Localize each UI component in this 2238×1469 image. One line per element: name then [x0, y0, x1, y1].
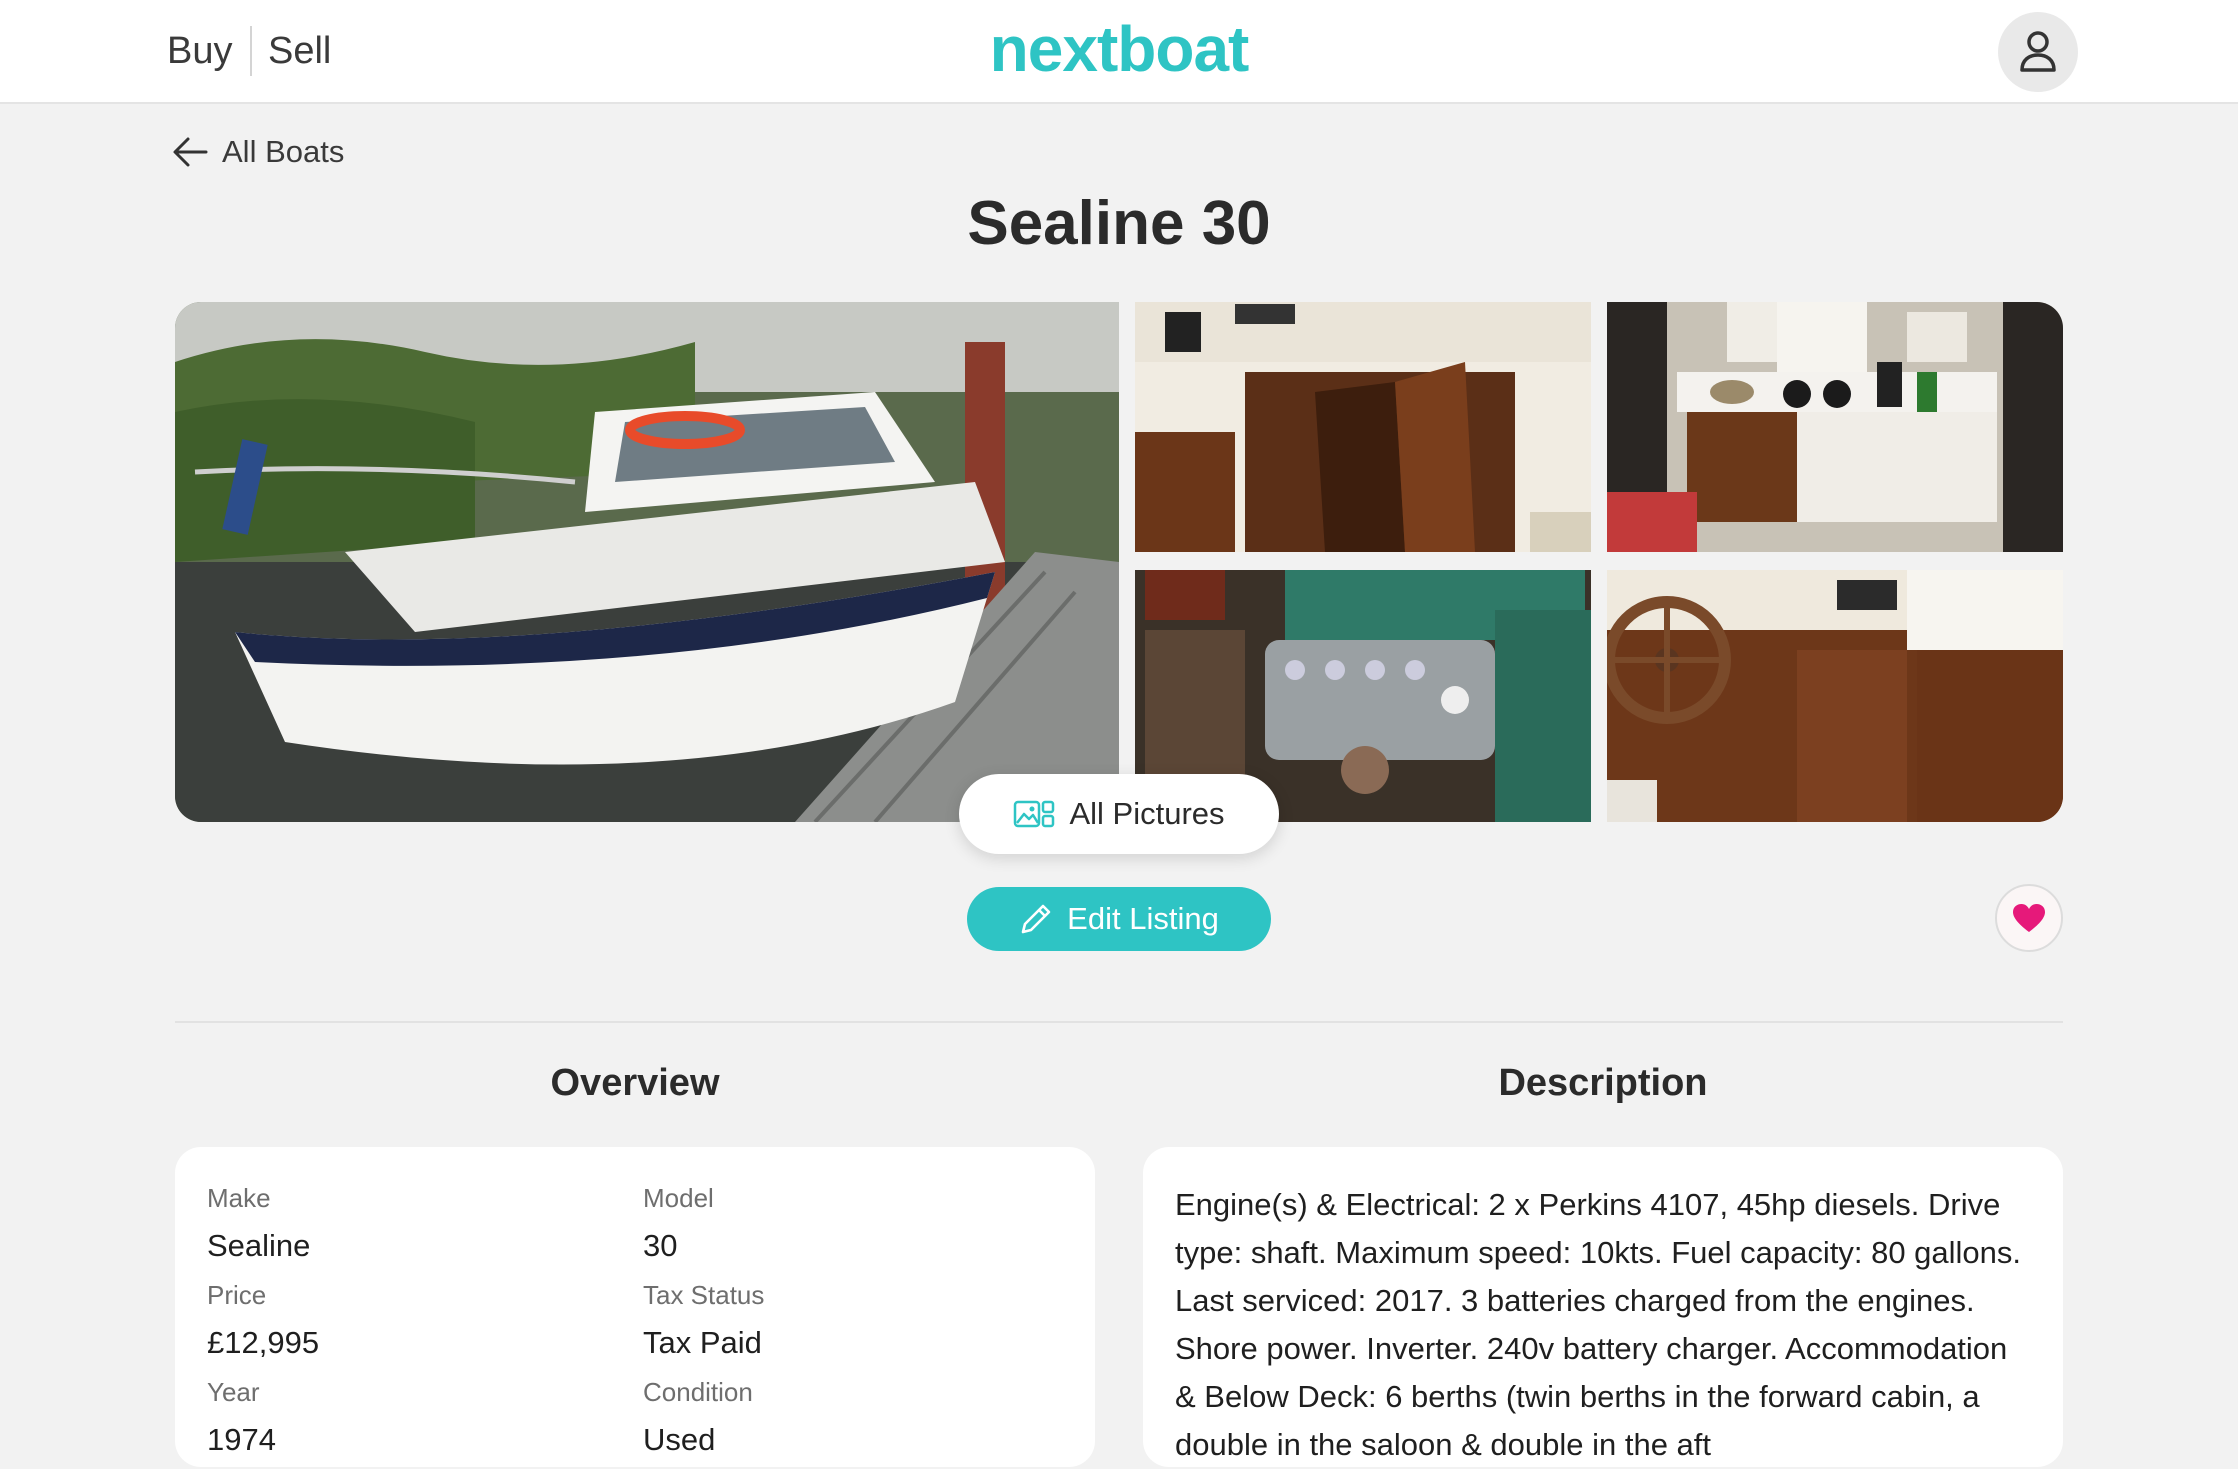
- arrow-left-icon: [173, 137, 208, 167]
- field-value: Used: [643, 1422, 716, 1457]
- field-label: Year: [207, 1377, 260, 1407]
- field-year: Year 1974: [207, 1377, 276, 1458]
- listing-title: Sealine 30: [967, 189, 1271, 258]
- pencil-icon: [1021, 904, 1051, 934]
- field-label: Make: [207, 1183, 271, 1213]
- galley-photo[interactable]: [1607, 302, 2063, 552]
- edit-listing-label: Edit Listing: [1067, 901, 1219, 936]
- field-label: Condition: [643, 1377, 753, 1407]
- user-account-button[interactable]: [1998, 12, 2078, 92]
- field-tax-status: Tax Status Tax Paid: [643, 1280, 764, 1361]
- description-text: Engine(s) & Electrical: 2 x Perkins 4107…: [1175, 1187, 2022, 1462]
- user-icon: [2020, 31, 2056, 72]
- overview-card: Make Sealine Model 30 Price £12,995 Tax …: [175, 1147, 1095, 1467]
- field-model: Model 30: [643, 1183, 714, 1264]
- field-value: 1974: [207, 1422, 276, 1457]
- all-pictures-button[interactable]: All Pictures: [959, 774, 1279, 854]
- field-value: 30: [643, 1228, 678, 1263]
- back-to-all-boats-link[interactable]: All Boats: [172, 132, 344, 172]
- back-link-label: All Boats: [222, 134, 345, 169]
- helm-interior-photo[interactable]: [1135, 302, 1591, 552]
- field-label: Model: [643, 1183, 714, 1213]
- edit-listing-button[interactable]: Edit Listing: [967, 887, 1271, 951]
- nextboat-logo[interactable]: nextboat: [0, 12, 2238, 86]
- section-divider: [175, 1021, 2063, 1023]
- gallery-icon: [1014, 800, 1055, 828]
- boat-exterior-photo[interactable]: [175, 302, 1119, 822]
- field-label: Tax Status: [643, 1280, 765, 1310]
- favorite-button[interactable]: [1995, 884, 2063, 952]
- field-make: Make Sealine: [207, 1183, 310, 1264]
- overview-heading: Overview: [550, 1062, 720, 1104]
- description-card: Engine(s) & Electrical: 2 x Perkins 4107…: [1143, 1147, 2063, 1467]
- steering-wheel-photo[interactable]: [1607, 570, 2063, 822]
- heart-icon: [2013, 904, 2045, 932]
- description-heading: Description: [1498, 1062, 1708, 1104]
- field-condition: Condition Used: [643, 1377, 753, 1458]
- field-price: Price £12,995: [207, 1280, 319, 1361]
- field-value: Tax Paid: [643, 1325, 762, 1360]
- top-navigation-bar: Buy Sell nextboat: [0, 0, 2238, 104]
- field-value: Sealine: [207, 1228, 311, 1263]
- field-label: Price: [207, 1280, 267, 1310]
- all-pictures-label: All Pictures: [1069, 796, 1225, 831]
- photo-gallery: [175, 302, 2063, 822]
- field-value: £12,995: [207, 1325, 320, 1360]
